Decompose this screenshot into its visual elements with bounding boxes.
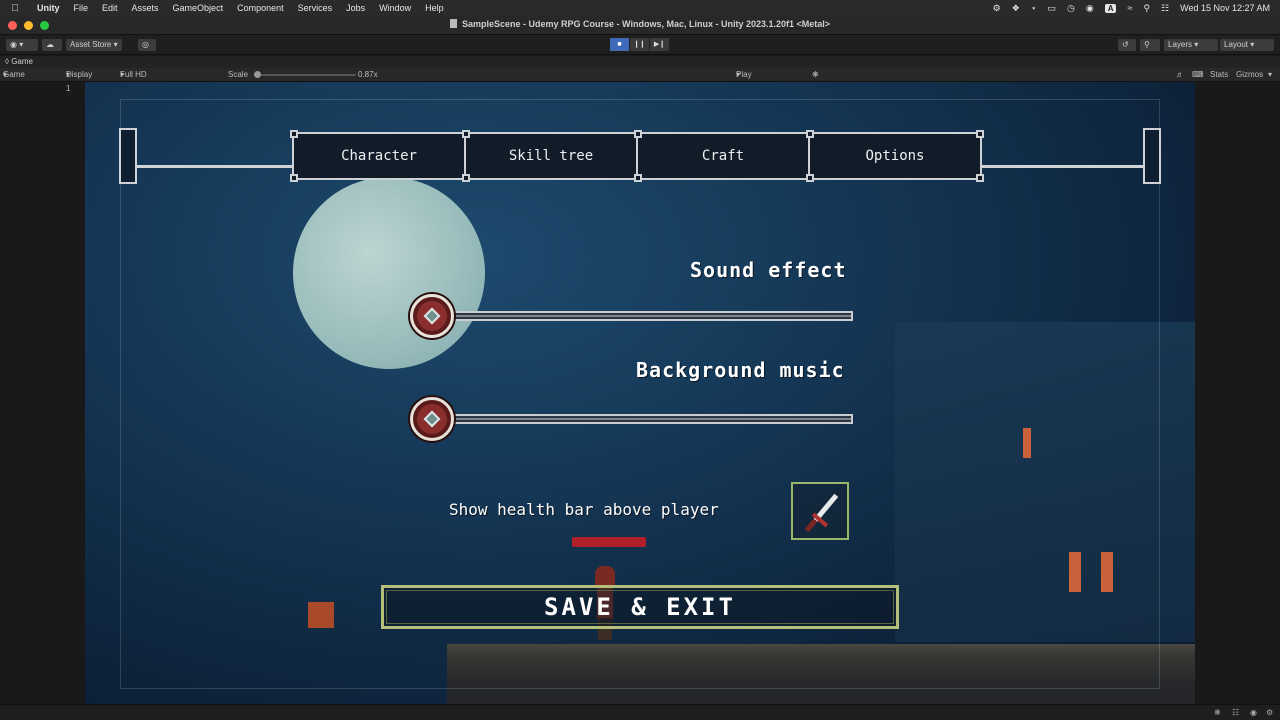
input-source-icon[interactable]: A [1104,3,1117,13]
progress-icon[interactable]: ◉ [1250,708,1257,717]
sound-effect-knob[interactable] [410,294,454,338]
menu-app[interactable]: Unity [30,3,67,13]
history-icon[interactable]: ↺ [1118,39,1136,51]
gem-icon [423,410,441,428]
menu-gameobject[interactable]: GameObject [166,3,231,13]
mute-audio-icon[interactable]: ♬ [1176,68,1184,82]
menu-file[interactable]: File [67,3,96,13]
health-bar-label: Show health bar above player [449,500,719,519]
tab-skill-tree[interactable]: Skill tree [462,130,638,182]
game-view-bar: Game ▾ Display 1 ▾ Full HD (1920x1080) ▾… [0,68,1280,93]
menu-help[interactable]: Help [418,3,451,13]
play-controls: ■ ❙❙ ▶❙ [610,38,669,51]
health-bar-preview [572,537,646,547]
debug-icon[interactable]: ❋ [1214,708,1221,717]
step-button[interactable]: ▶❙ [650,38,669,51]
layout-dropdown[interactable]: Layout ▾ [1220,39,1274,51]
mac-menubar:  Unity File Edit Assets GameObject Comp… [0,0,1280,16]
account-button[interactable]: ◉ ▾ [6,39,38,51]
game-viewport[interactable]: Character Skill tree Craft Options Sound… [85,82,1195,704]
sword-icon [804,493,839,533]
sound-effect-label: Sound effect [690,258,847,282]
network-icon[interactable]: ☷ [1232,708,1239,717]
game-mode-dropdown[interactable]: Game ▾ [3,68,25,82]
game-tab[interactable]: ◊ Game [0,56,1280,68]
window-titlebar: SampleScene - Udemy RPG Course - Windows… [0,16,1280,35]
play-button[interactable]: ■ [610,38,629,51]
background-music-slider[interactable] [435,414,853,424]
services-icon[interactable]: ◎ [138,39,156,51]
menu-window[interactable]: Window [372,3,418,13]
tab-craft[interactable]: Craft [634,130,810,182]
bug-icon[interactable]: ❋ [812,68,819,82]
cloud-icon[interactable]: ☁ [42,39,62,51]
search-icon[interactable]: ⚲ [1143,3,1150,14]
bluetooth-icon[interactable]: ⋆ [1031,3,1037,14]
game-controller-icon: ◊ [5,57,9,66]
clock[interactable]: Wed 15 Nov 12:27 AM [1180,3,1270,13]
scale-value: 0.87x [358,70,378,79]
background-music-label: Background music [636,358,845,382]
unity-toolbar: ◉ ▾ ☁ Asset Store ▾ ◎ ■ ❙❙ ▶❙ ↺ ⚲ Layers… [0,35,1280,55]
rail-end-left [119,128,137,184]
sound-effect-slider[interactable] [435,311,853,321]
health-bar-toggle[interactable] [791,482,849,540]
scale-slider-knob[interactable] [254,71,261,78]
menu-component[interactable]: Component [230,3,291,13]
menu-services[interactable]: Services [291,3,340,13]
play-maximized-dropdown[interactable]: Play Maximized ▾ [736,68,774,93]
shortcut-icon[interactable]: ⌨ [1192,68,1204,82]
gem-icon [423,307,441,325]
pause-button[interactable]: ❙❙ [630,38,649,51]
resolution-dropdown[interactable]: Full HD (1920x1080) ▾ [120,68,165,93]
stats-button[interactable]: Stats [1210,68,1228,82]
menu-assets[interactable]: Assets [125,3,166,13]
menu-tabs: Character Skill tree Craft Options [290,130,984,182]
apple-icon[interactable]:  [0,3,30,14]
search-toolbar-icon[interactable]: ⚲ [1140,39,1160,51]
tab-options[interactable]: Options [806,130,984,182]
record-icon[interactable]: ◉ [1086,3,1094,14]
window-title: SampleScene - Udemy RPG Course - Windows… [0,19,1280,29]
wifi-icon[interactable]: ≈ [1127,3,1132,13]
gizmos-chevron-icon[interactable]: ▾ [1268,68,1272,82]
dropbox-icon[interactable]: ❖ [1012,3,1020,14]
settings-icon[interactable]: ⚙ [1266,708,1273,717]
scale-slider-track[interactable] [256,74,356,76]
asset-store-button[interactable]: Asset Store ▾ [66,39,122,51]
timer-icon[interactable]: ◷ [1067,3,1075,14]
unity-status-icon[interactable]: ⚙ [993,3,1001,14]
control-center-icon[interactable]: ☷ [1161,3,1169,14]
menu-jobs[interactable]: Jobs [339,3,372,13]
status-bar: ❋ ☷ ◉ ⚙ [0,704,1280,720]
rail-end-right [1143,128,1161,184]
save-exit-button[interactable]: SAVE & EXIT [381,585,899,629]
layers-dropdown[interactable]: Layers ▾ [1164,39,1218,51]
battery-icon[interactable]: ▭ [1047,3,1056,14]
background-music-knob[interactable] [410,397,454,441]
display-dropdown[interactable]: Display 1 ▾ [66,68,92,93]
menu-edit[interactable]: Edit [95,3,125,13]
tab-character[interactable]: Character [290,130,466,182]
scale-label: Scale [228,70,249,79]
document-icon [449,19,457,28]
